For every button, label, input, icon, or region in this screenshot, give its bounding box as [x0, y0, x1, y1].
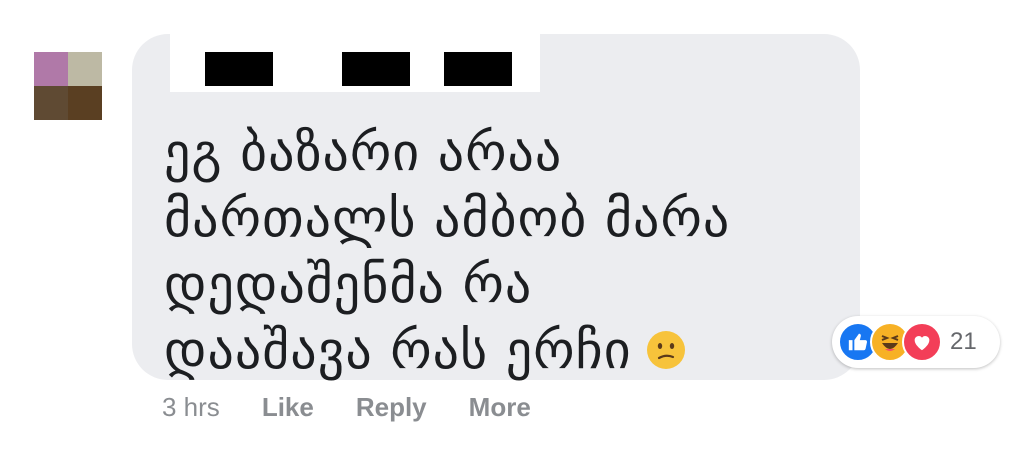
reply-button[interactable]: Reply [356, 392, 427, 423]
avatar-pixel [68, 52, 102, 86]
reaction-count: 21 [950, 328, 977, 355]
comment-line: ეგ ბაზარი არაა [164, 123, 563, 183]
comment-text: ეგ ბაზარი არაა მართალს ამბობ მარა დედაშე… [164, 120, 764, 384]
confused-face-icon [646, 331, 685, 369]
redaction-bar [342, 52, 410, 86]
comment-actions: 3 hrs Like Reply More [162, 392, 573, 423]
timestamp[interactable]: 3 hrs [162, 392, 220, 423]
avatar-pixel [34, 52, 68, 86]
love-icon [902, 322, 942, 362]
comment-line-last: დააშავა რას ერჩი [164, 318, 764, 384]
reactions-summary[interactable]: 21 [832, 316, 1000, 368]
comment-line: დედაშენმა რა [164, 255, 533, 315]
comment-line: მართალს ამბობ მარა [164, 189, 731, 249]
avatar-pixel [68, 86, 102, 120]
avatar-pixel [34, 86, 68, 120]
like-button[interactable]: Like [262, 392, 314, 423]
redaction-bar [444, 52, 512, 86]
more-button[interactable]: More [469, 392, 531, 423]
comment-line-text: დააშავა რას ერჩი [164, 321, 632, 381]
redaction-bar [205, 52, 273, 86]
avatar[interactable] [34, 52, 102, 120]
